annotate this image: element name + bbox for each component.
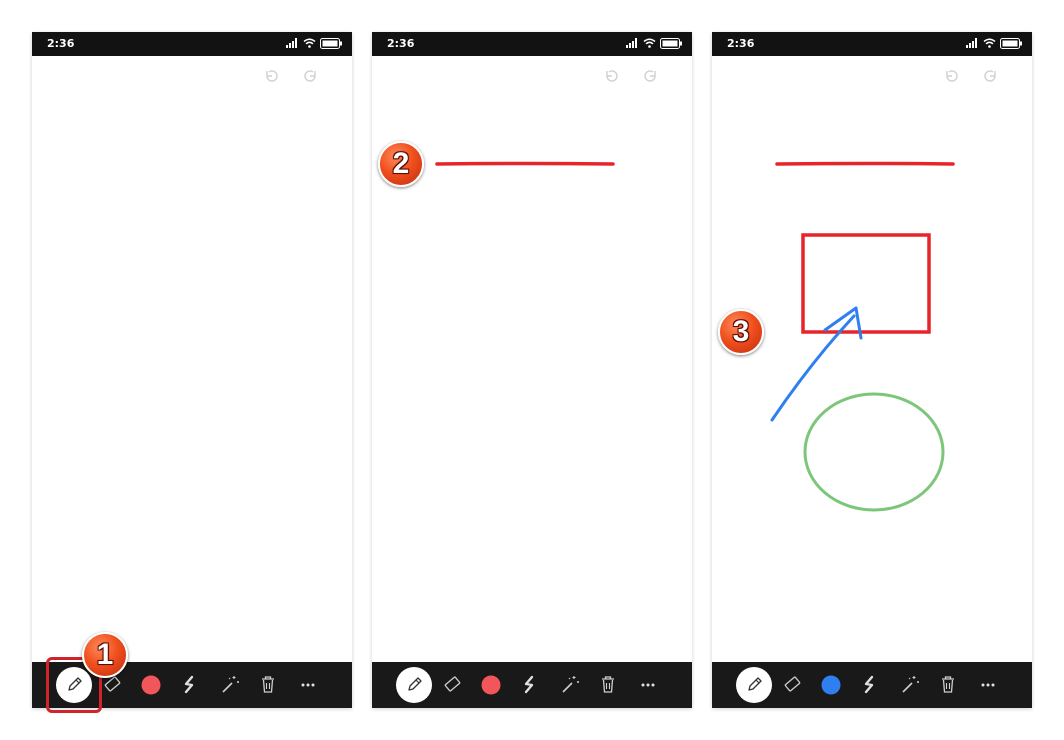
phone-screen-2: 2:36 2 — [372, 32, 692, 708]
stroke-style-button[interactable] — [510, 666, 548, 704]
stroke-style-button[interactable] — [170, 666, 208, 704]
wifi-icon — [643, 38, 656, 48]
signal-icon — [286, 38, 297, 48]
trash-icon — [602, 676, 614, 693]
more-dots-icon — [301, 683, 315, 687]
more-options-button[interactable] — [629, 666, 667, 704]
battery-icon — [320, 38, 342, 49]
delete-button[interactable] — [929, 666, 967, 704]
pen-tool-button[interactable] — [736, 667, 772, 703]
drawing-canvas[interactable] — [372, 56, 692, 662]
squiggle-icon — [524, 675, 534, 694]
color-picker-button[interactable] — [132, 666, 170, 704]
phone-screen-3: 2:36 3 — [712, 32, 1032, 708]
color-picker-button[interactable] — [812, 666, 850, 704]
magic-wand-icon — [562, 676, 579, 693]
red-line-stroke — [435, 161, 615, 166]
battery-icon — [660, 38, 682, 49]
color-swatch-icon — [821, 675, 841, 695]
more-dots-icon — [981, 683, 995, 687]
eraser-tool-button[interactable] — [433, 666, 471, 704]
status-bar: 2:36 — [372, 32, 692, 56]
eraser-icon — [784, 676, 801, 692]
eraser-icon — [444, 676, 461, 692]
wifi-icon — [303, 38, 316, 48]
delete-button[interactable] — [589, 666, 627, 704]
stroke-style-button[interactable] — [850, 666, 888, 704]
drawing-canvas[interactable] — [712, 56, 1032, 662]
signal-icon — [626, 38, 637, 48]
green-ellipse-stroke — [803, 392, 945, 512]
status-bar: 2:36 — [712, 32, 1032, 56]
squiggle-icon — [864, 675, 874, 694]
drawing-canvas[interactable] — [32, 56, 352, 662]
more-options-button[interactable] — [969, 666, 1007, 704]
squiggle-icon — [184, 675, 194, 694]
magic-tool-button[interactable] — [211, 666, 249, 704]
status-time: 2:36 — [47, 37, 75, 50]
more-dots-icon — [641, 683, 655, 687]
trash-icon — [942, 676, 954, 693]
red-line-stroke — [775, 161, 955, 166]
magic-wand-icon — [902, 676, 919, 693]
color-swatch-icon — [141, 675, 161, 695]
pen-tool-button[interactable] — [396, 667, 432, 703]
battery-icon — [1000, 38, 1022, 49]
status-time: 2:36 — [387, 37, 415, 50]
step-badge-2: 2 — [378, 141, 424, 187]
more-options-button[interactable] — [289, 666, 327, 704]
phone-screen-1: 2:36 1 — [32, 32, 352, 713]
color-swatch-icon — [481, 675, 501, 695]
pen-icon — [408, 677, 422, 691]
magic-tool-button[interactable] — [891, 666, 929, 704]
drawing-toolbar — [372, 662, 692, 708]
pen-icon — [748, 677, 762, 691]
red-rectangle-stroke — [801, 233, 931, 334]
delete-button[interactable] — [249, 666, 287, 704]
magic-wand-icon — [222, 676, 239, 693]
status-time: 2:36 — [727, 37, 755, 50]
color-picker-button[interactable] — [472, 666, 510, 704]
wifi-icon — [983, 38, 996, 48]
trash-icon — [262, 676, 274, 693]
eraser-tool-button[interactable] — [773, 666, 811, 704]
step-badge-1: 1 — [82, 632, 128, 678]
drawing-toolbar — [712, 662, 1032, 708]
magic-tool-button[interactable] — [551, 666, 589, 704]
signal-icon — [966, 38, 977, 48]
status-bar: 2:36 — [32, 32, 352, 56]
step-badge-3: 3 — [718, 309, 764, 355]
